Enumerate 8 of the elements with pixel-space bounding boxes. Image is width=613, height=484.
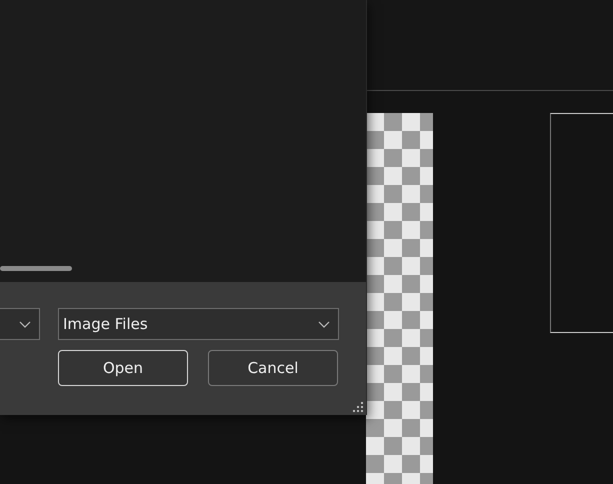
dialog-button[interactable]: Cancel [208, 350, 338, 386]
chevron-down-icon [318, 320, 330, 328]
default-dialog-button[interactable]: Open [58, 350, 188, 386]
file-type-dropdown[interactable]: Image Files [58, 308, 339, 340]
dropdown[interactable] [0, 308, 40, 340]
resize-grip-icon[interactable] [353, 402, 363, 412]
chevron-down-icon [19, 320, 31, 328]
scrollbar-thumb[interactable] [0, 266, 72, 271]
